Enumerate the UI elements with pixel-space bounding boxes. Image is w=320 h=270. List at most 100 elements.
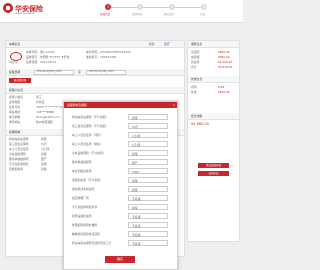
step-2: 2 (137, 4, 143, 10)
modal-row-select[interactable]: 1万/座 (128, 132, 168, 138)
modal-row-select[interactable]: 投保 (128, 114, 168, 120)
modal-row-select[interactable]: 50万 (128, 123, 168, 129)
modal-row-select[interactable]: 不投保 (128, 195, 168, 201)
coverage-label: 全车盗抢保险 (9, 152, 26, 156)
modal-row-select[interactable]: 投保 (128, 177, 168, 183)
discount-value: ¥630.00 (218, 90, 230, 94)
start-date-input[interactable]: 2016年12月01日 00时 (34, 69, 74, 75)
section-coverage-title: 投保险种 (9, 129, 21, 134)
discount-header: 优惠信息 (188, 76, 239, 83)
modal-row: 全车盗抢保险（不计免赔） 投保 (72, 150, 169, 157)
submit-underwriting-button[interactable]: 提交核保申请 (198, 163, 229, 168)
premium-label: 车船税 (191, 55, 200, 59)
premium-value: ¥4,200.00 (218, 60, 233, 64)
end-date-input[interactable]: 2017年11月30日 24时 (86, 69, 126, 75)
step-4: 4 (201, 4, 207, 10)
section-applicant-title: 投保人信息 (9, 87, 23, 92)
to-label: 至 (78, 69, 81, 74)
applicant-label: 投保人姓名 (9, 95, 23, 99)
modal-row: 自燃损失险（不计免赔） 投保 (72, 177, 169, 184)
modal-row-value: 不投保 (132, 241, 141, 246)
modal-row-select[interactable]: 不投保 (128, 222, 168, 228)
section-applicant-bar: 投保人信息 (6, 87, 184, 94)
step-1: 1 (105, 4, 111, 10)
modal-row-select[interactable]: 不投保 (128, 240, 168, 246)
modal-row-select[interactable]: 国产 (128, 159, 168, 165)
coverage-modal: 投保险种及保额 × 机动车损失保险（不计免赔） 投保 第三者责任保险（不计免赔）… (63, 101, 178, 270)
end-date-value: 2017年11月30日 24时 (89, 70, 114, 74)
step-1-label: 投保信息 (100, 13, 111, 16)
coverage-value: 50万 (41, 142, 48, 146)
steps-line (108, 6, 204, 8)
applicant-value: 张三 (36, 95, 42, 99)
modal-row-value: 2000 (132, 169, 140, 174)
modal-row-select[interactable]: 投保 (128, 186, 168, 192)
modal-row-select[interactable]: 不投保 (128, 231, 168, 237)
coverage-label: 第三者责任保险 (9, 142, 29, 146)
modal-row-label: 发动机涉水损失险 (72, 187, 95, 191)
step-4-label: 完成 (200, 13, 206, 16)
coverage-value: 投保 (41, 152, 47, 156)
coverage-label: 玻璃单独破碎险 (9, 157, 29, 161)
car-plate: 车牌号码：浙A·12345 (26, 50, 55, 54)
logo-icon (3, 3, 13, 13)
modal-row: 车上人员责任险（乘客） 1万/座 (72, 141, 169, 148)
modal-row-select[interactable]: 2000 (128, 168, 168, 174)
modal-row: 精神损害抚慰金责任险 不投保 (72, 231, 169, 238)
premium-header: 保费信息 (188, 41, 239, 48)
modal-row-value: 不投保 (132, 232, 141, 237)
modal-row: 第三者责任保险（不计免赔） 50万 (72, 123, 169, 130)
modal-row-select[interactable]: 投保 (128, 150, 168, 156)
discount-label: 折扣 (191, 85, 197, 89)
premium-value: ¥5,510.00 (218, 65, 233, 69)
discount-label: 优惠 (191, 90, 197, 94)
start-date-value: 2016年12月01日 00时 (37, 70, 62, 74)
back-edit-button[interactable]: 返回修改 (198, 171, 229, 176)
modal-row-value: 投保 (132, 115, 138, 120)
premium-value: ¥360.00 (218, 55, 230, 59)
car-model: 品牌型号：丰田牌 TV7250 卡罗拉 (26, 55, 70, 59)
modal-row: 机动车损失保险（不计免赔） 投保 (72, 114, 169, 121)
vin-number: 车架号码：LFMAP22C8F0123456 (86, 50, 131, 54)
modal-row: 车身划痕损失险 2000 (72, 168, 169, 175)
modal-row-select[interactable]: 投保 (128, 204, 168, 210)
modal-row-value: 1万/座 (132, 133, 141, 138)
registration-date: 注册日期：2015-08-01 (26, 60, 57, 64)
modal-row-label: 全车盗抢保险（不计免赔） (72, 151, 106, 155)
modal-row-select[interactable]: 1万/座 (128, 141, 168, 147)
edit-link[interactable]: 修改 (149, 42, 155, 46)
modal-header: 投保险种及保额 × (64, 102, 177, 108)
coverage-label: 自燃损失险 (9, 167, 23, 171)
modal-row-select[interactable]: 不投保 (128, 213, 168, 219)
expand-link[interactable]: 展开 (164, 42, 170, 46)
total-header: 应付金额 (188, 113, 239, 120)
coverage-value: 投保 (41, 167, 47, 171)
modal-row-value: 不投保 (132, 214, 141, 219)
coverage-value: 国产 (41, 157, 47, 161)
modal-row: 机动车损失保险无法找到第三方 不投保 (72, 240, 169, 247)
confirm-button[interactable]: 确定 (105, 256, 135, 263)
brand-sub: HUAAN INSURANCE (15, 12, 35, 15)
modal-row-label: 自燃损失险（不计免赔） (72, 178, 103, 182)
coverage-value: 投保 (41, 137, 47, 141)
premium-label: 商业险 (191, 60, 200, 64)
step-3: 3 (169, 4, 175, 10)
coverage-label: 机动车损失保险 (9, 137, 29, 141)
modal-row-label: 车上人员责任险（乘客） (72, 142, 103, 146)
section-date-title: 投保日期 (9, 69, 21, 74)
applicant-value: 138****8888 (36, 110, 55, 114)
premium-label: 合计 (191, 65, 197, 69)
modal-row-value: 投保 (132, 151, 138, 156)
coverage-value: 投保 (41, 162, 47, 166)
applicant-value: 杭州市西湖区 (36, 120, 53, 124)
premium-sidebar: 保费信息 交强险 ¥950.00 车船税 ¥360.00 商业险 ¥4,200.… (187, 40, 240, 242)
progress-steps: 1 2 3 4 投保信息 核保审批 确认支付 完成 (96, 0, 216, 22)
section-date-bar: 投保日期 2016年12月01日 00时 至 2017年11月30日 24时 (6, 69, 184, 76)
close-icon[interactable]: × (172, 103, 175, 107)
car-brand: 丰田汽车 (9, 61, 18, 64)
section-vehicle-title: 车辆信息 (9, 41, 21, 46)
applicant-label: 通讯地址 (9, 120, 21, 124)
applicant-value: 身份证 (36, 100, 45, 104)
modal-row: 发动机涉水损失险 投保 (72, 186, 169, 193)
commercial-badge: 商业险投保 (9, 78, 31, 83)
